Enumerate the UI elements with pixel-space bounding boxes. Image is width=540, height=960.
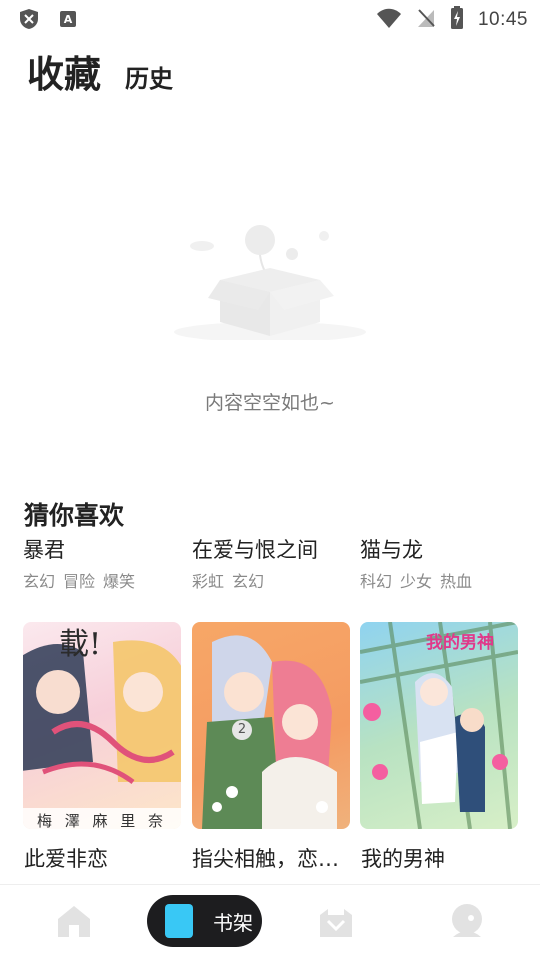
tab-history[interactable]: 历史	[125, 59, 173, 94]
bookshelf-icon	[165, 904, 193, 938]
empty-message: 内容空空如也~	[205, 392, 335, 414]
book-cover[interactable]: 載! 梅 澤 麻 里 奈	[23, 622, 181, 829]
book-cover[interactable]: 我的男神	[360, 622, 518, 829]
keyboard-a-icon: A	[58, 9, 78, 33]
empty-box-illustration	[172, 210, 368, 342]
cover-author-text: 梅 澤 麻 里 奈	[36, 812, 168, 829]
volume-badge: 2	[232, 720, 252, 740]
recommend-item[interactable]: 暴君 玄幻 冒险 爆笑	[23, 536, 181, 592]
wifi-icon	[376, 7, 402, 33]
tag: 玄幻	[23, 572, 56, 591]
header-tabs: 收藏 历史	[27, 44, 173, 98]
nav-profile[interactable]	[447, 901, 487, 941]
nav-bookshelf[interactable]: 书架	[147, 895, 262, 947]
recommend-title: 猜你喜欢	[24, 501, 125, 530]
book-cover[interactable]: 2	[192, 622, 350, 829]
inbox-icon	[316, 909, 356, 945]
nav-inbox[interactable]	[316, 901, 356, 941]
recommend-item-tags: 彩虹 玄幻	[192, 568, 350, 592]
cover-item-title[interactable]: 此爱非恋	[24, 845, 182, 873]
empty-state: 内容空空如也~	[0, 200, 540, 420]
cover-title-text: 我的男神	[426, 633, 494, 653]
recommend-item-tags: 玄幻 冒险 爆笑	[23, 568, 181, 592]
recommend-item-title: 暴君	[23, 538, 65, 562]
recommend-item[interactable]: 在爱与恨之间 彩虹 玄幻	[192, 536, 350, 592]
nav-home[interactable]	[54, 901, 94, 941]
status-time: 10:45	[477, 9, 528, 30]
recommend-item-title: 在爱与恨之间	[192, 538, 318, 562]
bottom-nav: 书架	[0, 884, 540, 960]
cover-item-title[interactable]: 指尖相触，恋…	[192, 845, 350, 873]
tag: 爆笑	[103, 572, 136, 591]
recommend-item-tags: 科幻 少女 热血	[360, 568, 518, 592]
tag: 科幻	[360, 572, 393, 591]
profile-icon	[447, 904, 487, 945]
nav-bookshelf-label: 书架	[213, 910, 253, 935]
battery-charging-icon	[450, 6, 464, 34]
tag: 冒险	[63, 572, 96, 591]
tag: 玄幻	[232, 572, 265, 591]
no-signal-icon	[416, 7, 436, 33]
tag: 少女	[400, 572, 433, 591]
svg-text:載!: 載!	[59, 627, 101, 662]
shield-icon	[18, 8, 40, 34]
recommend-item[interactable]: 猫与龙 科幻 少女 热血	[360, 536, 518, 592]
cover-item-title[interactable]: 我的男神	[361, 845, 519, 873]
status-bar: A 10:45	[0, 0, 540, 36]
recommend-item-title: 猫与龙	[360, 538, 423, 562]
home-icon	[54, 906, 94, 945]
tag: 热血	[440, 572, 473, 591]
tab-favorites[interactable]: 收藏	[27, 44, 101, 98]
svg-text:A: A	[64, 13, 73, 26]
tag: 彩虹	[192, 572, 225, 591]
